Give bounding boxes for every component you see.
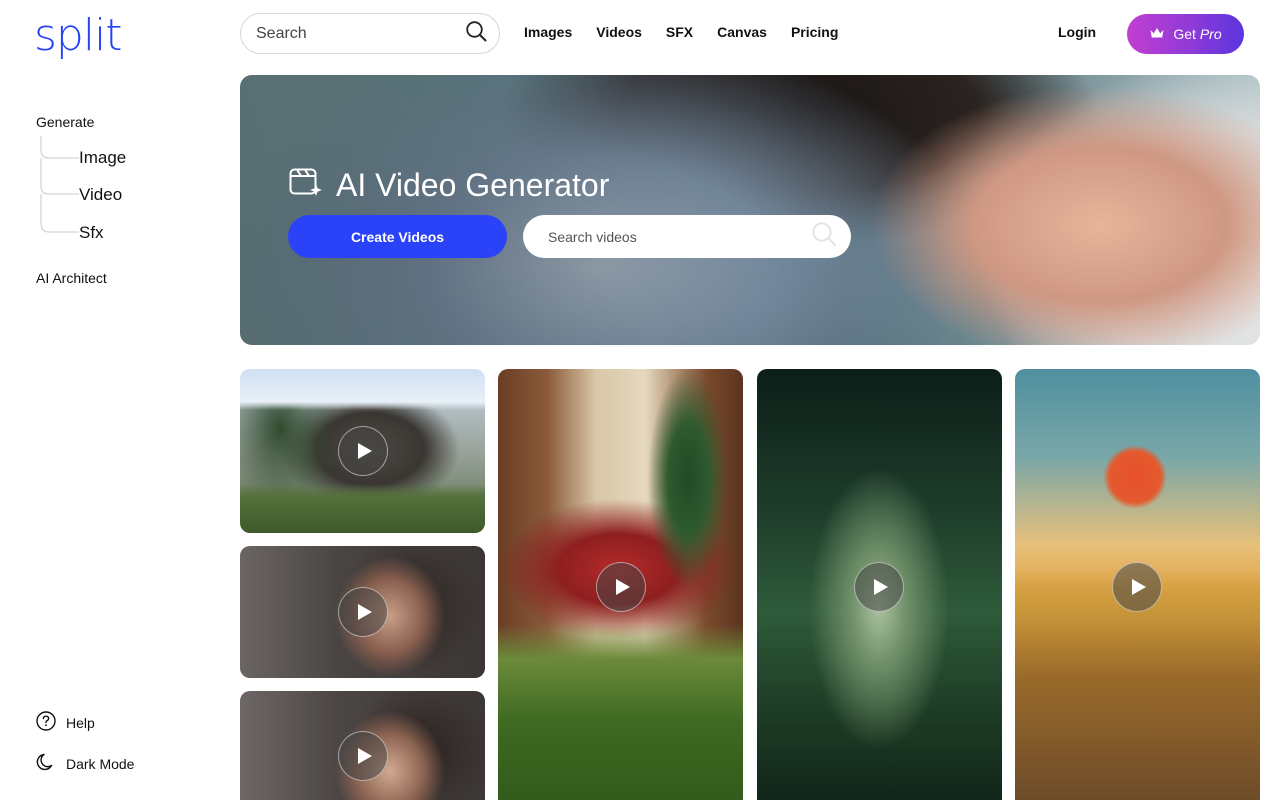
- nav-link-videos[interactable]: Videos: [596, 24, 642, 40]
- hero-image-overlay: [240, 75, 1260, 345]
- nav-link-pricing[interactable]: Pricing: [791, 24, 838, 40]
- help-label: Help: [66, 714, 95, 731]
- play-icon[interactable]: [1112, 562, 1162, 612]
- play-icon[interactable]: [596, 562, 646, 612]
- sidebar-item-video[interactable]: Video: [79, 185, 122, 205]
- video-card-christmas-family[interactable]: [498, 369, 743, 800]
- tree-connector-lines: [40, 136, 79, 233]
- hero-title-row: AI Video Generator: [288, 163, 609, 207]
- video-card-singer[interactable]: [240, 546, 485, 678]
- video-card-modern-house[interactable]: [240, 369, 485, 533]
- sidebar-help[interactable]: Help: [36, 711, 95, 734]
- login-link[interactable]: Login: [1058, 24, 1096, 40]
- play-icon[interactable]: [338, 731, 388, 781]
- sidebar-item-image[interactable]: Image: [79, 148, 126, 168]
- crown-icon: [1149, 26, 1165, 43]
- get-pro-label: Get Pro: [1173, 26, 1221, 42]
- get-pro-button[interactable]: Get Pro: [1127, 14, 1244, 54]
- play-icon[interactable]: [338, 587, 388, 637]
- video-card-jungle[interactable]: [757, 369, 1002, 800]
- logo-text: split: [34, 10, 123, 61]
- hero-banner: AI Video Generator Create Videos: [240, 75, 1260, 345]
- top-nav: Images Videos SFX Canvas Pricing: [524, 24, 838, 40]
- hero-title: AI Video Generator: [336, 166, 610, 203]
- sidebar-dark-mode[interactable]: Dark Mode: [36, 752, 134, 775]
- video-sparkle-icon: [288, 163, 324, 207]
- split-logo[interactable]: split: [34, 8, 129, 74]
- help-icon: [36, 711, 56, 734]
- video-card-sunset-road[interactable]: [1015, 369, 1260, 800]
- nav-link-sfx[interactable]: SFX: [666, 24, 693, 40]
- video-card-singer-2[interactable]: [240, 691, 485, 800]
- sidebar-generate[interactable]: Generate: [36, 114, 94, 130]
- sidebar-ai-architect[interactable]: AI Architect: [36, 270, 107, 286]
- top-search-box[interactable]: [240, 13, 500, 54]
- sidebar-item-sfx[interactable]: Sfx: [79, 223, 104, 243]
- search-icon[interactable]: [811, 221, 837, 252]
- video-search-input[interactable]: [548, 228, 811, 245]
- get-pro-emphasis: Pro: [1199, 26, 1222, 42]
- dark-mode-label: Dark Mode: [66, 755, 135, 772]
- play-icon[interactable]: [854, 562, 904, 612]
- get-pro-prefix: Get: [1173, 26, 1196, 42]
- nav-link-images[interactable]: Images: [524, 24, 572, 40]
- nav-link-canvas[interactable]: Canvas: [717, 24, 767, 40]
- search-input[interactable]: [256, 24, 465, 43]
- play-icon[interactable]: [338, 426, 388, 476]
- hero-search-box[interactable]: [523, 215, 851, 258]
- sidebar-generate-tree: Image Video Sfx: [38, 136, 158, 243]
- moon-icon: [36, 752, 56, 775]
- create-videos-button[interactable]: Create Videos: [288, 215, 507, 258]
- search-icon[interactable]: [465, 20, 487, 47]
